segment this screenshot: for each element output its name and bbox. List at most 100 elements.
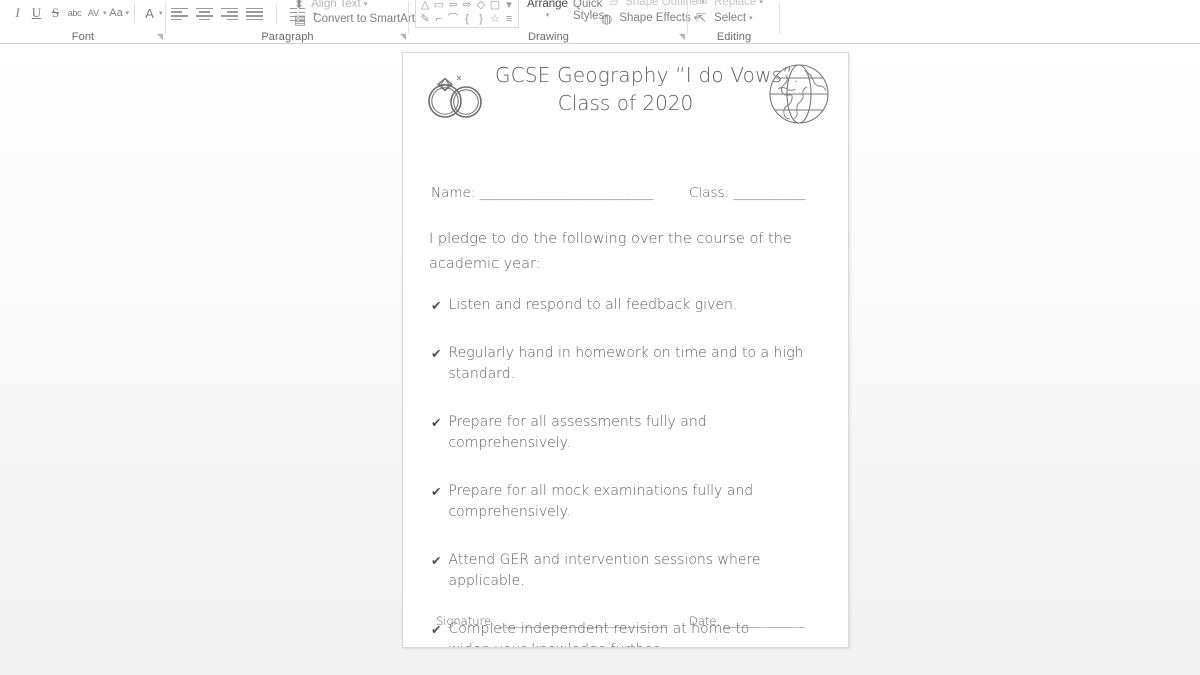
class-blank-line: __________: [733, 185, 806, 201]
character-spacing-glyph: AV: [87, 8, 100, 18]
vow-text: Prepare for all mock examinations fully …: [448, 483, 754, 520]
shape-rectangle-icon[interactable]: ▭: [434, 0, 444, 11]
shape-scribble-icon[interactable]: ✎: [420, 13, 429, 25]
shape-left-brace-icon[interactable]: {: [465, 13, 469, 25]
vow-text: Prepare for all assessments fully and co…: [448, 414, 707, 451]
change-case-icon[interactable]: Aa: [107, 2, 126, 24]
ribbon-group-label-editing: Editing: [716, 31, 752, 43]
list-item: ✔ Prepare for all assessments fully and …: [431, 412, 829, 454]
pledge-intro-text: I pledge to do the following over the co…: [429, 231, 792, 272]
vow-text: Regularly hand in homework on time and t…: [448, 345, 804, 382]
drawing-dialog-launcher-icon[interactable]: ◥: [679, 32, 685, 41]
select-icon[interactable]: ⇱: [696, 12, 706, 24]
chevron-down-icon-case[interactable]: ▾: [126, 9, 130, 17]
vow-text: Listen and respond to all feedback given…: [448, 297, 738, 313]
convert-to-smartart-button[interactable]: Convert to SmartArt: [310, 11, 418, 27]
quick-styles-button[interactable]: Quick Styles: [573, 0, 604, 22]
date-blank-line: _____________: [724, 614, 806, 628]
signature-row: Signature: ___________________________ D…: [436, 614, 822, 628]
ribbon-group-label-drawing: Drawing: [527, 31, 570, 43]
italic-icon[interactable]: I: [8, 2, 27, 24]
shape-star-icon[interactable]: ☆: [490, 13, 500, 25]
document-title: GCSE Geography “I do Vows”. Class of 202…: [495, 63, 800, 115]
align-text-icon[interactable]: ⬍: [294, 0, 304, 10]
ribbon-group-paragraph: ▾ ⬍ Align Text ▾ ▤ Convert to SmartArt ▾…: [166, 0, 421, 43]
arrange-label: Arrange: [527, 0, 568, 10]
check-icon: ✔: [431, 415, 442, 430]
signature-field[interactable]: Signature: ___________________________: [436, 614, 689, 628]
name-label: Name:: [431, 185, 476, 201]
ribbon-group-label-font: Font: [71, 31, 95, 43]
shape-triangle-icon[interactable]: △: [421, 0, 429, 11]
shape-more-icon[interactable]: ▾: [506, 0, 512, 11]
globe-icon: [764, 59, 834, 129]
name-field[interactable]: Name: ________________________: [431, 185, 689, 201]
shape-right-brace-icon[interactable]: }: [479, 13, 483, 25]
check-icon: ✔: [431, 553, 442, 568]
class-label: Class:: [689, 185, 730, 201]
replace-icon[interactable]: ab: [696, 0, 707, 7]
list-item: ✔ Prepare for all mock examinations full…: [431, 481, 829, 523]
shapes-gallery-expand-icon[interactable]: ≡: [506, 13, 512, 25]
document-header: GCSE Geography “I do Vows”. Class of 202…: [403, 53, 848, 137]
shape-diamond-icon[interactable]: ◇: [477, 0, 485, 11]
align-center-icon[interactable]: [196, 7, 213, 21]
chevron-down-icon-replace[interactable]: ▾: [759, 0, 763, 6]
slide-workspace[interactable]: GCSE Geography “I do Vows”. Class of 202…: [0, 44, 1200, 675]
select-button[interactable]: Select: [711, 10, 749, 26]
shape-effects-button[interactable]: Shape Effects: [616, 10, 693, 26]
wedding-rings-icon: [420, 65, 492, 123]
shape-effects-icon[interactable]: ◍: [601, 12, 612, 25]
shape-rounded-rect-icon[interactable]: ▢: [490, 0, 500, 11]
signature-label: Signature:: [436, 614, 495, 628]
align-left-icon[interactable]: [171, 7, 188, 21]
list-item: ✔ Regularly hand in homework on time and…: [431, 343, 829, 385]
ribbon-group-editing: ab Replace ▾ ⇱ Select ▾ Editing: [688, 0, 780, 43]
shapes-gallery[interactable]: △ ▭ ⇦ ⇨ ◇ ▢ ▾ ✎ ⌐ ⌒ { } ☆ ≡: [415, 0, 519, 28]
vow-list: ✔ Listen and respond to all feedback giv…: [431, 295, 829, 647]
name-blank-line: ________________________: [479, 185, 654, 201]
divider: [276, 4, 277, 24]
check-icon: ✔: [431, 484, 442, 499]
signature-blank-line: ___________________________: [498, 614, 668, 628]
chevron-down-icon-select[interactable]: ▾: [749, 14, 753, 22]
character-spacing-icon[interactable]: AV: [84, 2, 103, 24]
chevron-down-icon-align-text[interactable]: ▾: [364, 0, 368, 8]
list-item: ✔ Attend GER and intervention sessions w…: [431, 550, 829, 592]
name-class-row: Name: ________________________ Class: __…: [431, 185, 823, 201]
replace-button[interactable]: Replace: [711, 0, 759, 10]
divider: [134, 3, 136, 23]
arrange-button[interactable]: Arrange ▾: [527, 0, 568, 22]
ribbon-group-label-paragraph: Paragraph: [261, 31, 314, 43]
check-icon: ✔: [431, 298, 442, 313]
align-right-icon[interactable]: [221, 7, 238, 21]
quick-styles-label-2: Styles: [573, 10, 605, 22]
convert-to-smartart-icon[interactable]: ▤: [294, 13, 306, 26]
strikethrough-icon[interactable]: S: [46, 2, 65, 24]
divider: [779, 2, 780, 34]
document-title-line2: Class of 2020: [557, 91, 694, 115]
chevron-down-icon-arrange[interactable]: ▾: [546, 10, 550, 22]
justify-icon[interactable]: [246, 7, 263, 21]
shape-arc-icon[interactable]: ⌒: [448, 13, 459, 25]
shape-arrow-left-icon[interactable]: ⇦: [448, 0, 457, 11]
chevron-down-icon-font-color[interactable]: ▾: [159, 9, 163, 17]
shape-elbow-connector-icon[interactable]: ⌐: [436, 13, 442, 25]
list-item: ✔ Listen and respond to all feedback giv…: [431, 295, 829, 316]
document-title-line1: GCSE Geography “I do Vows”.: [495, 63, 800, 87]
underline-icon[interactable]: U: [27, 2, 46, 24]
ribbon-group-font: I U S abc AV ▾ Aa ▾ A ▾ Font ◥: [0, 0, 166, 43]
document-page[interactable]: GCSE Geography “I do Vows”. Class of 202…: [402, 52, 849, 648]
ribbon: I U S abc AV ▾ Aa ▾ A ▾ Font ◥ ▾ ⬍ Align…: [0, 0, 1200, 44]
text-shadow-icon[interactable]: abc: [65, 2, 84, 24]
font-color-icon[interactable]: A: [140, 2, 159, 24]
shape-outline-icon[interactable]: ▱: [609, 0, 618, 8]
shape-arrow-right-icon[interactable]: ⇨: [462, 0, 471, 11]
font-dialog-launcher-icon[interactable]: ◥: [157, 32, 163, 41]
vow-text: Attend GER and intervention sessions whe…: [448, 552, 761, 589]
ribbon-group-drawing: △ ▭ ⇦ ⇨ ◇ ▢ ▾ ✎ ⌐ ⌒ { } ☆ ≡ Arrange ▾ Qu…: [409, 0, 705, 43]
date-field[interactable]: Date: _____________: [689, 614, 805, 628]
check-icon: ✔: [431, 346, 442, 361]
paragraph-dialog-launcher-icon[interactable]: ◥: [400, 32, 406, 41]
class-field[interactable]: Class: __________: [689, 185, 806, 201]
